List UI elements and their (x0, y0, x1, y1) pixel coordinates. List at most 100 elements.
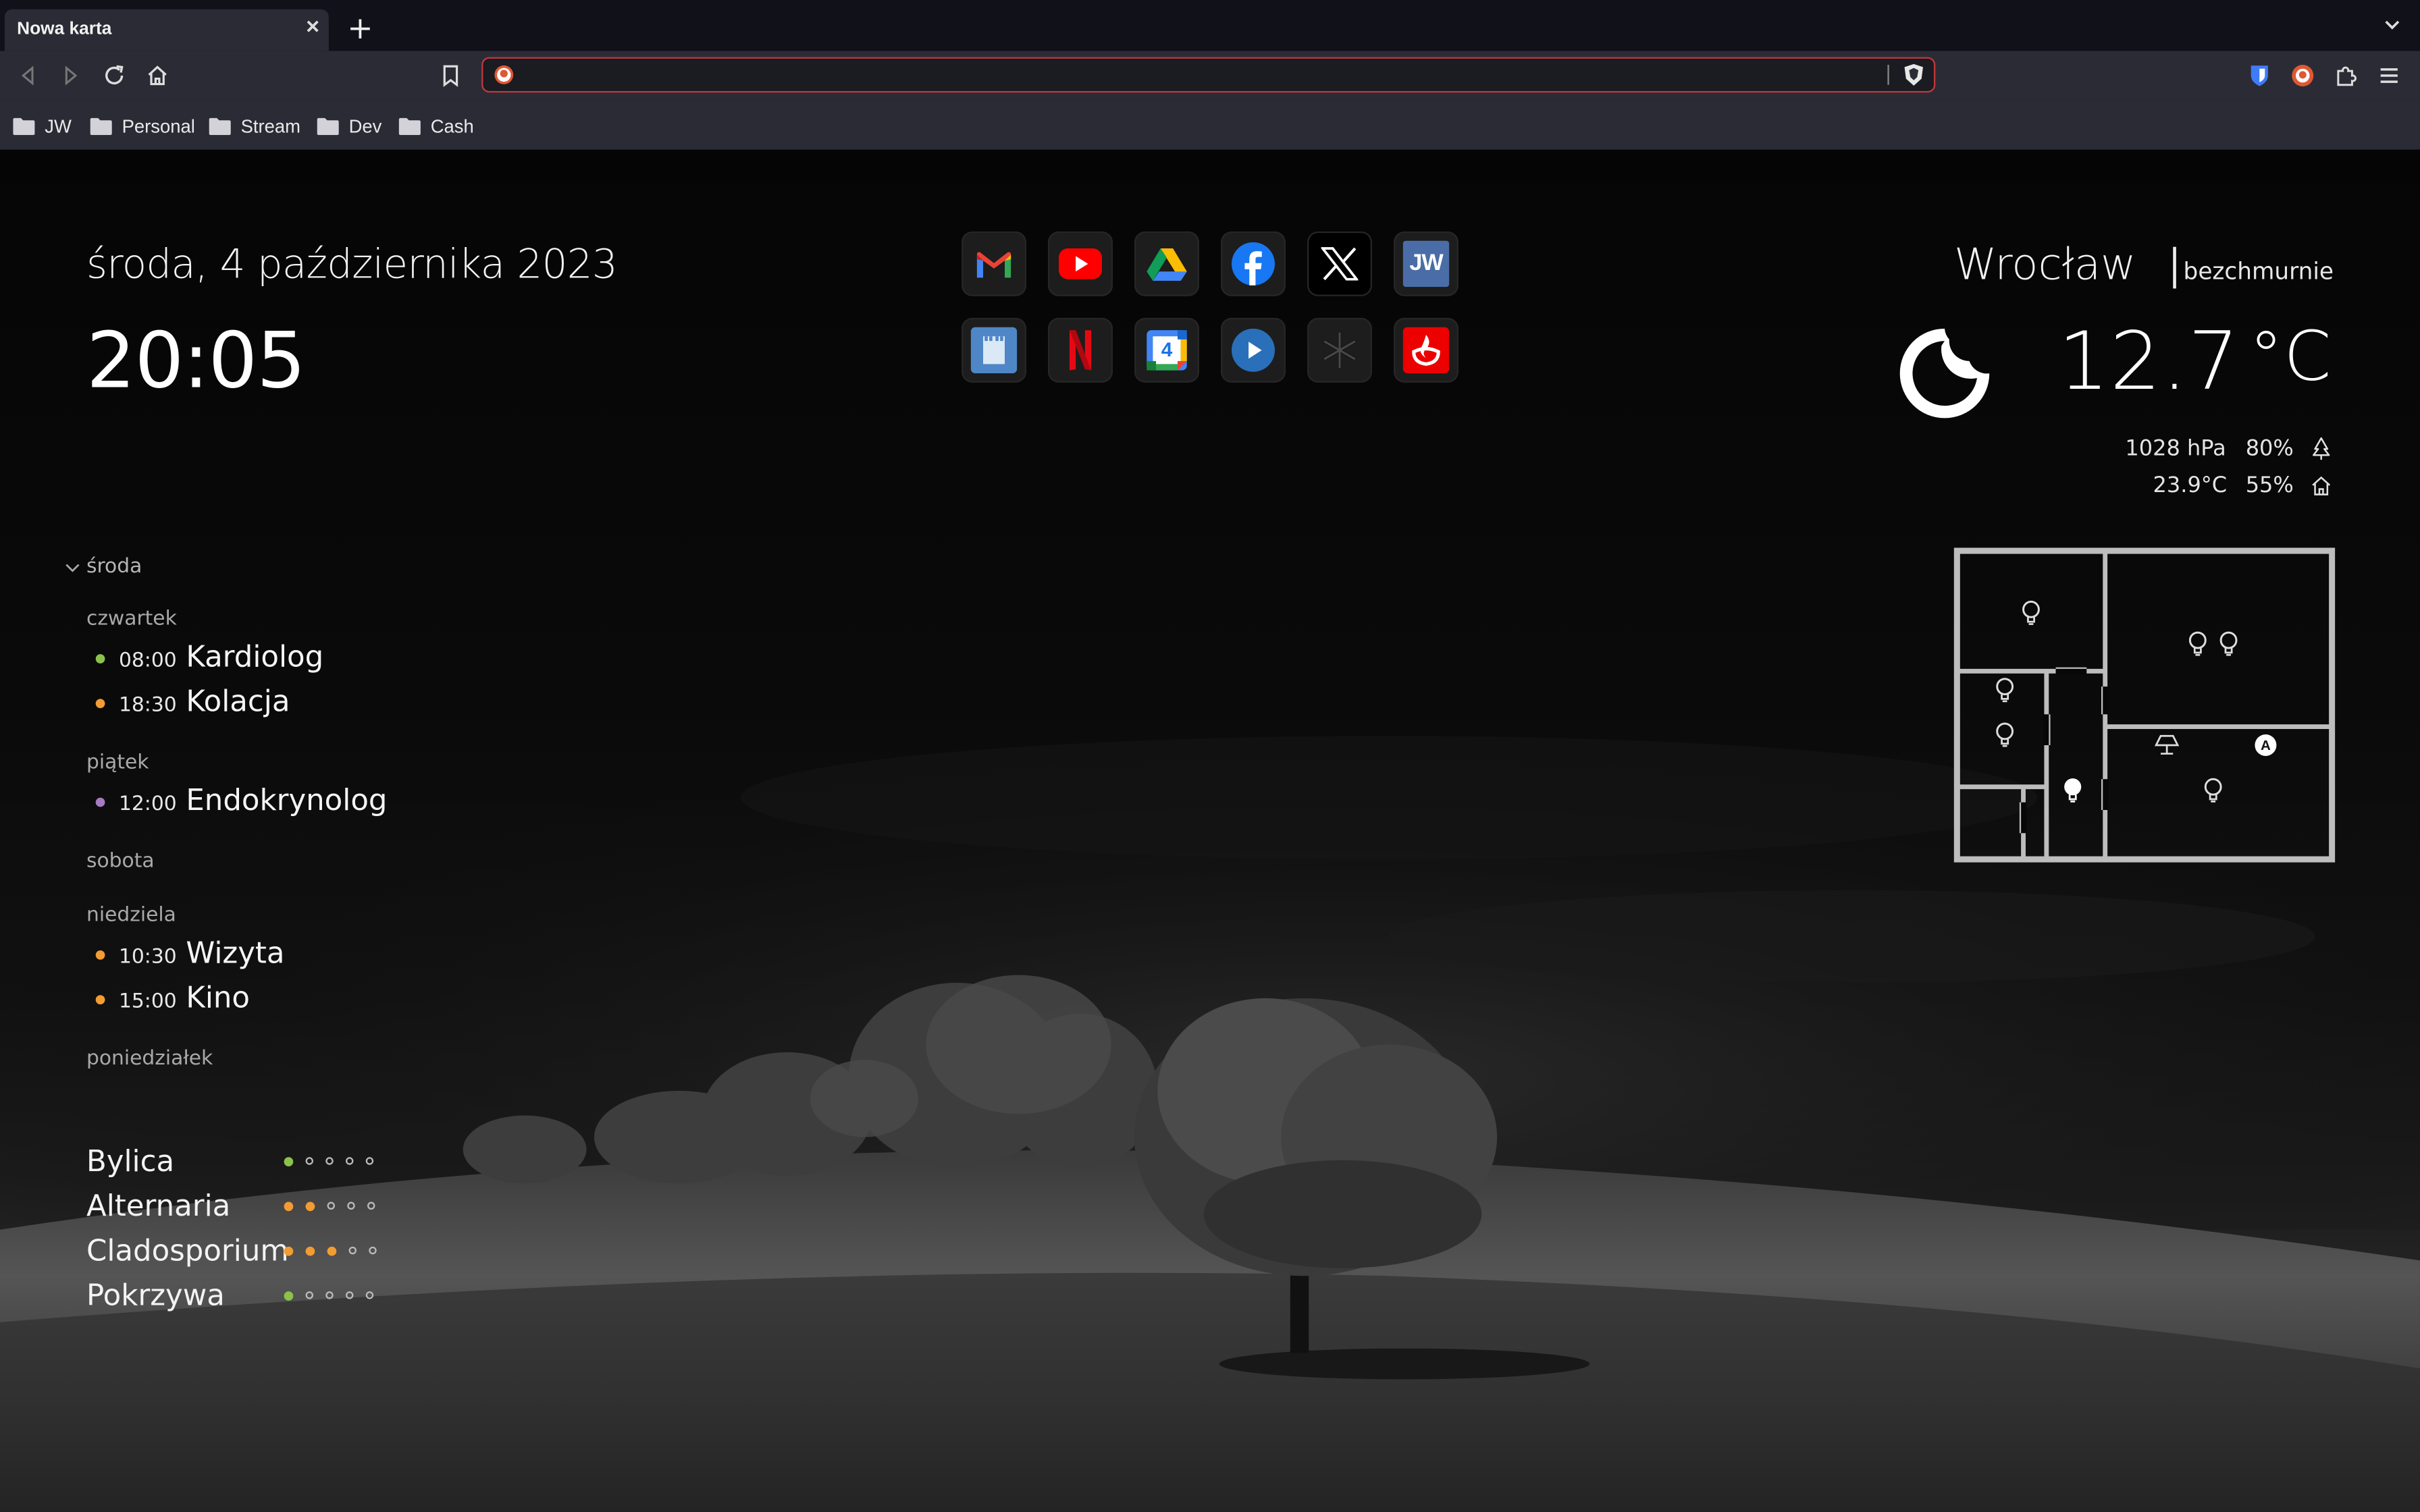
extensions-icon[interactable] (2334, 63, 2359, 88)
youtube-icon (1058, 248, 1102, 279)
calendar-event[interactable]: 08:00 Kardiolog (95, 641, 323, 674)
chevron-down-icon[interactable] (2383, 16, 2401, 34)
light-bulb-on-icon[interactable] (2062, 776, 2084, 804)
light-bulb-icon[interactable] (1994, 676, 2016, 703)
pollen-name: Bylica (86, 1144, 175, 1179)
folder-icon (90, 117, 112, 135)
calendar-event[interactable]: 12:00 Endokrynolog (95, 784, 388, 818)
calendar-event[interactable]: 15:00 Kino (95, 981, 250, 1015)
jw-shortcut[interactable]: JW (1393, 231, 1458, 296)
pollen-row: Pokrzywa (86, 1279, 386, 1313)
pollen-level-dot-filled (327, 1246, 337, 1256)
bitwarden-icon[interactable] (2247, 63, 2272, 88)
google-calendar-shortcut[interactable]: 4 (1134, 317, 1199, 383)
home-icon (2312, 476, 2331, 495)
new-tab-button[interactable]: + (347, 12, 373, 43)
pollen-level-dot-empty (347, 1202, 355, 1210)
facebook-shortcut[interactable] (1220, 231, 1286, 296)
calendar-event[interactable]: 18:30 Kolacja (95, 685, 290, 719)
home-app-shortcut[interactable] (961, 317, 1026, 383)
address-bar[interactable] (481, 57, 1936, 93)
pollen-level-indicator (284, 1202, 388, 1212)
calendar-day-label: poniedziałek (86, 1047, 213, 1071)
pollen-level-dot-empty (367, 1202, 375, 1210)
pollen-row: Alternaria (86, 1189, 388, 1224)
santander-icon (1402, 327, 1450, 374)
calendar-day-label: niedziela (86, 904, 176, 927)
bookmark-label: Stream (240, 115, 300, 138)
new-tab-page: środa, 4 października 2023 20:05 środa c… (0, 149, 2420, 1512)
facebook-icon (1231, 242, 1275, 286)
tab-title: Nowa karta (17, 20, 112, 39)
event-time: 15:00 (118, 990, 177, 1014)
folder-icon (13, 117, 35, 135)
folder-icon (209, 117, 231, 135)
pollen-level-indicator (284, 1291, 386, 1301)
bookmark-folder-cash[interactable]: Cash (398, 114, 474, 139)
current-temperature: 12.7 °C (2058, 317, 2332, 409)
calendar-event[interactable]: 10:30 Wizyta (95, 936, 285, 971)
back-icon[interactable] (16, 63, 41, 88)
temperature-unit: °C (2248, 317, 2332, 397)
duckduckgo-extension-icon[interactable] (2290, 63, 2315, 88)
home-icon[interactable] (145, 63, 170, 88)
light-bulb-icon[interactable] (1994, 720, 2016, 748)
outdoor-pressure: 1028 hPa (2125, 436, 2226, 462)
pollen-level-dot-empty (345, 1291, 354, 1299)
snowflake-shortcut[interactable] (1307, 317, 1372, 383)
calendar-day-label: piątek (86, 751, 149, 775)
snowflake-icon (1322, 331, 1357, 370)
bookmark-folder-jw[interactable]: JW (12, 114, 72, 139)
pollen-level-dot-filled (284, 1291, 294, 1301)
pollen-level-indicator (284, 1246, 389, 1256)
bookmark-folder-personal[interactable]: Personal (90, 114, 195, 139)
pollen-level-dot-filled (284, 1202, 294, 1212)
google-drive-shortcut[interactable] (1134, 231, 1199, 296)
moon-icon (1899, 328, 1990, 418)
pollen-level-dot-empty (365, 1291, 374, 1299)
light-bulb-icon[interactable] (2218, 630, 2240, 657)
forward-icon[interactable] (59, 63, 84, 88)
light-bulb-icon[interactable] (2203, 776, 2224, 804)
event-color-dot (95, 699, 105, 709)
gmail-shortcut[interactable] (961, 231, 1026, 296)
current-date: środa, 4 października 2023 (86, 242, 618, 289)
address-input[interactable] (523, 61, 1888, 90)
player-shortcut[interactable] (1220, 317, 1286, 383)
weather-condition: bezchmurnie (2183, 257, 2334, 286)
pollen-level-dot-empty (325, 1291, 334, 1299)
bookmark-icon[interactable] (438, 63, 463, 88)
menu-icon[interactable] (2377, 63, 2402, 88)
youtube-shortcut[interactable] (1047, 231, 1113, 296)
santander-shortcut[interactable] (1393, 317, 1458, 383)
netflix-shortcut[interactable] (1047, 317, 1113, 383)
reload-icon[interactable] (102, 63, 127, 88)
brave-shield-icon[interactable] (1903, 63, 1924, 86)
pollen-level-dot-empty (369, 1246, 377, 1255)
home-app-icon (970, 327, 1018, 374)
duckduckgo-icon (494, 65, 514, 84)
folder-icon (317, 117, 339, 135)
light-bulb-icon[interactable] (2020, 599, 2042, 626)
bookmark-folder-dev[interactable]: Dev (317, 114, 382, 139)
event-color-dot (95, 995, 105, 1004)
calendar-today-toggle[interactable]: środa (65, 556, 142, 578)
netflix-icon (1069, 330, 1091, 371)
event-title: Endokrynolog (186, 784, 388, 818)
event-title: Kino (186, 981, 250, 1015)
close-tab-icon[interactable]: × (306, 16, 319, 38)
automation-badge[interactable]: A (2255, 734, 2277, 756)
tab-new[interactable]: Nowa karta × (4, 9, 329, 51)
pollen-level-dot-empty (327, 1202, 335, 1210)
bookmark-folder-stream[interactable]: Stream (209, 114, 300, 139)
event-time: 12:00 (118, 792, 177, 817)
x-shortcut[interactable] (1307, 231, 1372, 296)
light-bulb-icon[interactable] (2187, 630, 2209, 657)
pollen-level-dot-empty (365, 1157, 374, 1165)
pollen-level-dot-empty (305, 1291, 313, 1299)
indoor-humidity: 55% (2245, 473, 2294, 499)
pollen-level-dot-empty (305, 1157, 313, 1165)
pollen-name: Pokrzywa (86, 1278, 225, 1314)
lamp-icon[interactable] (2153, 734, 2181, 756)
event-color-dot (95, 797, 105, 807)
